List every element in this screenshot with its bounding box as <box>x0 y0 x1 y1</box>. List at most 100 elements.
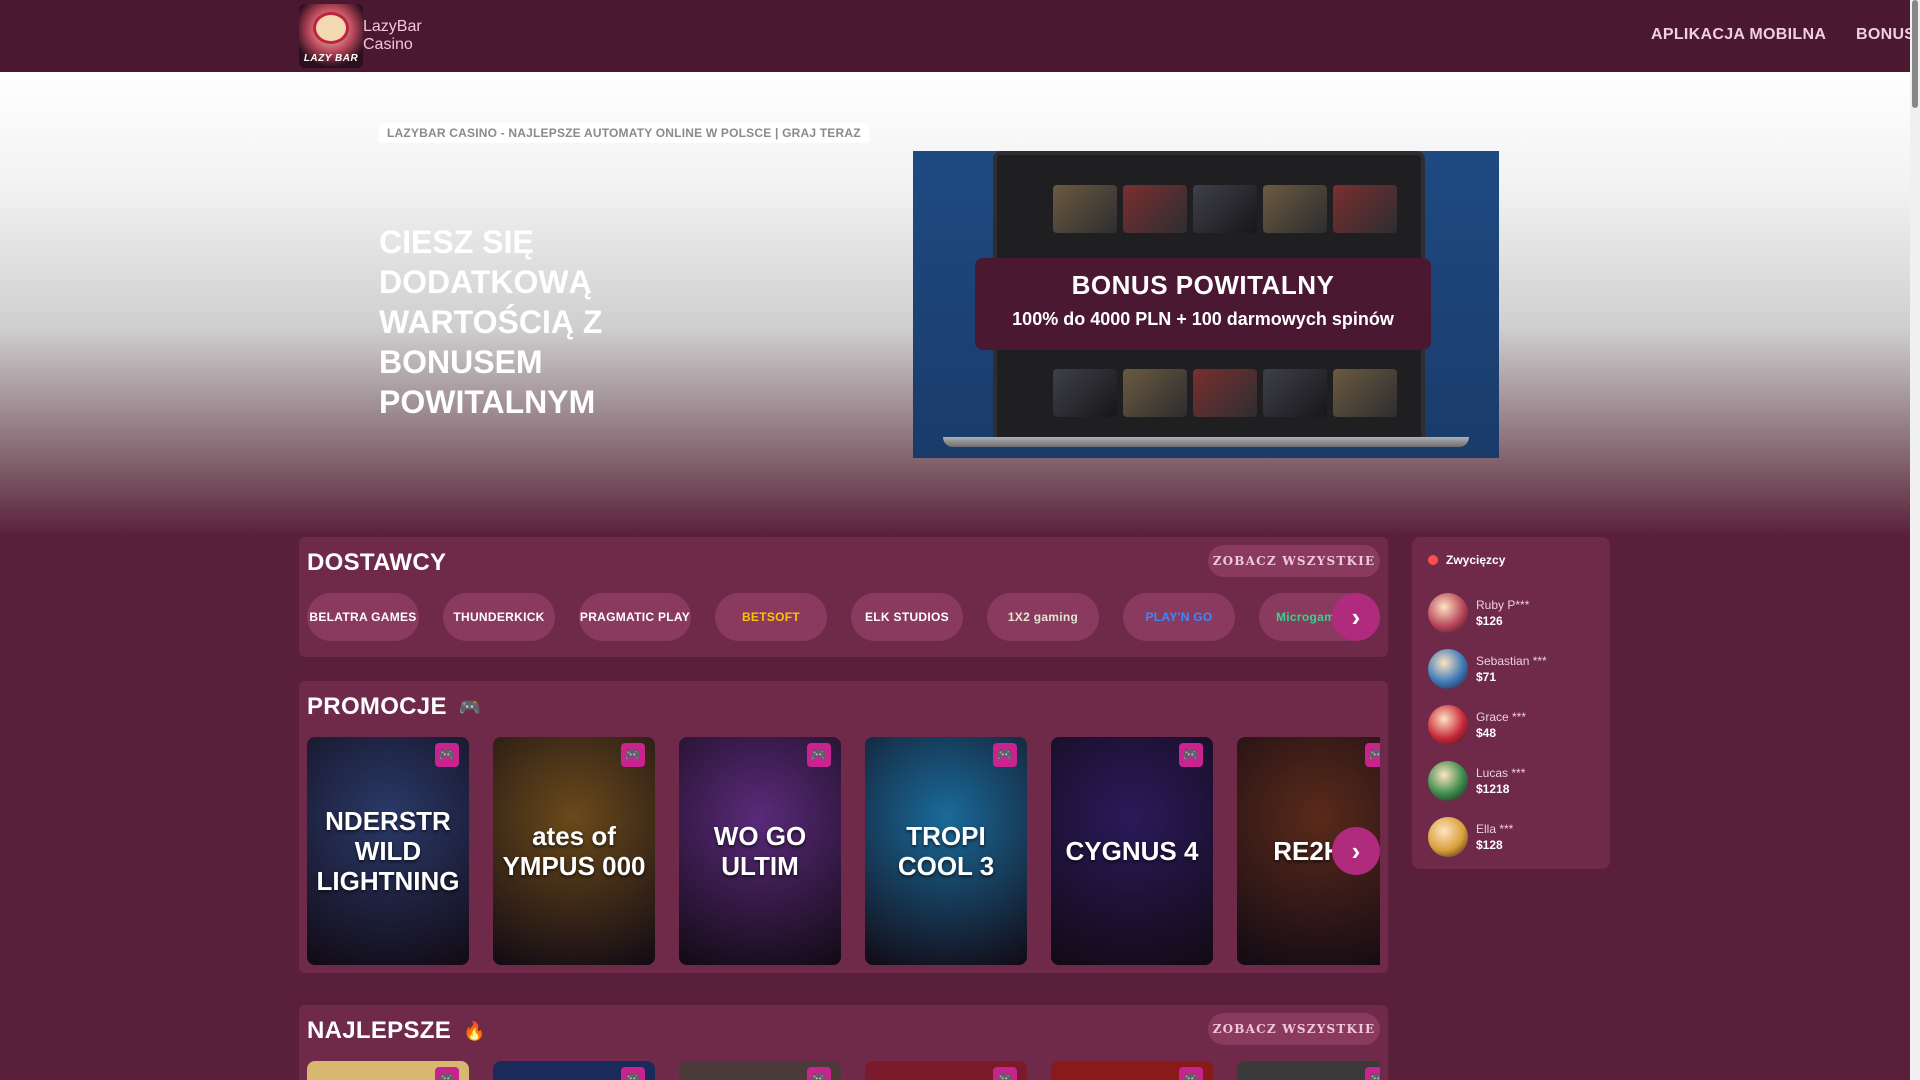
screen-tile <box>1193 369 1257 417</box>
winner-amount: $126 <box>1476 614 1503 628</box>
gamepad-icon: 🎮 <box>1365 743 1380 767</box>
hero-section: LAZYBAR CASINO - NAJLEPSZE AUTOMATY ONLI… <box>0 72 1910 537</box>
winner-amount: $128 <box>1476 838 1503 852</box>
provider-elk-studios[interactable]: ELK STUDIOS <box>851 593 963 641</box>
winner-item[interactable]: Grace *** $48 <box>1428 705 1526 745</box>
provider-betsoft[interactable]: BETSOFT <box>715 593 827 641</box>
providers-carousel: BELATRA GAMES THUNDERKICK PRAGMATIC PLAY… <box>307 593 1380 641</box>
provider-playngo[interactable]: PLAY'N GO <box>1123 593 1235 641</box>
providers-next-button[interactable]: › <box>1332 593 1380 641</box>
game-card[interactable]: 🎮 <box>1051 1061 1213 1080</box>
gamepad-icon: 🎮 <box>993 743 1017 767</box>
best-see-all-button[interactable]: ZOBACZ WSZYSTKIE <box>1208 1013 1380 1045</box>
screen-tile <box>1053 185 1117 233</box>
winner-item[interactable]: Ella *** $128 <box>1428 817 1513 857</box>
bonus-box: BONUS POWITALNY 100% do 4000 PLN + 100 d… <box>975 258 1431 350</box>
promotions-panel: PROMOCJE 🎮 NDERSTR WILD LIGHTNING 🎮 ates o… <box>299 681 1388 973</box>
game-title: ates of YMPUS 000 <box>502 821 646 881</box>
welcome-bonus-banner[interactable]: BONUS POWITALNY 100% do 4000 PLN + 100 d… <box>913 151 1499 458</box>
provider-thunderkick[interactable]: THUNDERKICK <box>443 593 555 641</box>
screen-tile <box>1333 185 1397 233</box>
gamepad-icon: 🎮 <box>993 1067 1017 1080</box>
providers-title-text: DOSTAWCY <box>307 549 447 576</box>
winner-avatar <box>1428 705 1468 745</box>
winner-avatar <box>1428 593 1468 633</box>
nav-bonus[interactable]: BONUS <box>1856 26 1915 44</box>
winner-item[interactable]: Sebastian *** $71 <box>1428 649 1547 689</box>
best-title-text: NAJLEPSZE <box>307 1017 452 1044</box>
screen-tile <box>1123 369 1187 417</box>
laptop-screen-row-bottom <box>1053 369 1397 417</box>
brand-name[interactable]: LazyBar Casino <box>363 18 422 54</box>
winner-avatar <box>1428 817 1468 857</box>
game-card[interactable]: NDERSTR WILD LIGHTNING 🎮 <box>307 737 469 965</box>
game-card[interactable]: 🎮 <box>307 1061 469 1080</box>
winners-header: Zwycięzcy <box>1428 553 1505 567</box>
best-games-carousel: 🎮 🎮 🎮 🎮 🎮 🎮 <box>307 1061 1380 1080</box>
winner-name: Ruby P*** <box>1476 598 1530 612</box>
game-card[interactable]: ates of YMPUS 000 🎮 <box>493 737 655 965</box>
game-card[interactable]: 🎮 <box>865 1061 1027 1080</box>
gamepad-icon: 🎮 <box>1179 1067 1203 1080</box>
game-title: CYGNUS 4 <box>1065 836 1199 866</box>
winner-info: Lucas *** $1218 <box>1476 765 1525 797</box>
laptop-screen-row-top <box>1053 185 1397 233</box>
nav-mobile-app[interactable]: APLIKACJA MOBILNA <box>1651 26 1826 44</box>
bonus-title: BONUS POWITALNY <box>1071 270 1335 300</box>
gamepad-icon: 🎮 <box>621 1067 645 1080</box>
game-card[interactable]: 🎮 <box>679 1061 841 1080</box>
provider-pragmatic-play[interactable]: PRAGMATIC PLAY <box>579 593 691 641</box>
gamepad-icon: 🎮 <box>1365 1067 1380 1080</box>
best-title: NAJLEPSZE 🔥 <box>307 1017 486 1045</box>
winner-amount: $1218 <box>1476 782 1510 796</box>
winner-info: Ella *** $128 <box>1476 821 1513 853</box>
game-card[interactable]: TROPI COOL 3 🎮 <box>865 737 1027 965</box>
game-title: NDERSTR WILD LIGHTNING <box>316 806 460 896</box>
winner-info: Sebastian *** $71 <box>1476 653 1547 685</box>
logo-text: LAZY BAR <box>303 53 359 64</box>
gamepad-icon: 🎮 <box>458 696 482 717</box>
game-card[interactable]: 🎮 <box>493 1061 655 1080</box>
gamepad-icon: 🎮 <box>807 743 831 767</box>
gamepad-icon: 🎮 <box>435 1067 459 1080</box>
brand-line-2: Casino <box>363 36 413 53</box>
fire-icon: 🔥 <box>463 1020 486 1041</box>
screen-tile <box>1263 369 1327 417</box>
screen-tile <box>1193 185 1257 233</box>
provider-1x2-gaming[interactable]: 1X2 gaming <box>987 593 1099 641</box>
gamepad-icon: 🎮 <box>807 1067 831 1080</box>
winner-amount: $48 <box>1476 726 1497 740</box>
screen-tile <box>1263 185 1327 233</box>
scrollbar-thumb[interactable] <box>1912 0 1918 108</box>
laptop-base <box>943 437 1469 447</box>
best-games-panel: NAJLEPSZE 🔥 ZOBACZ WSZYSTKIE 🎮 🎮 🎮 🎮 🎮 🎮 <box>299 1005 1388 1080</box>
hero-tagline: LAZYBAR CASINO - NAJLEPSZE AUTOMATY ONLI… <box>379 123 869 143</box>
gamepad-icon: 🎮 <box>1179 743 1203 767</box>
providers-title: DOSTAWCY <box>307 549 446 577</box>
live-dot-icon <box>1428 555 1438 565</box>
page-scrollbar[interactable] <box>1910 0 1920 1080</box>
providers-see-all-button[interactable]: ZOBACZ WSZYSTKIE <box>1208 545 1380 577</box>
gamepad-icon: 🎮 <box>435 743 459 767</box>
logo-mascot-icon <box>313 12 349 44</box>
site-header: LAZY BAR LazyBar Casino APLIKACJA MOBILN… <box>0 0 1915 72</box>
winner-avatar <box>1428 761 1468 801</box>
game-card[interactable]: WO GO ULTIM 🎮 <box>679 737 841 965</box>
winner-item[interactable]: Ruby P*** $126 <box>1428 593 1529 633</box>
logo[interactable]: LAZY BAR <box>299 4 363 68</box>
winner-info: Grace *** $48 <box>1476 709 1526 741</box>
chevron-right-icon: › <box>1351 835 1361 866</box>
hero-title: CIESZ SIĘ DODATKOWĄ WARTOŚCIĄ Z BONUSEM … <box>379 224 603 420</box>
winner-name: Grace *** <box>1476 710 1527 724</box>
game-card[interactable]: 🎮 <box>1237 1061 1380 1080</box>
game-card[interactable]: CYGNUS 4 🎮 <box>1051 737 1213 965</box>
winner-item[interactable]: Lucas *** $1218 <box>1428 761 1525 801</box>
provider-belatra[interactable]: BELATRA GAMES <box>307 593 419 641</box>
winner-info: Ruby P*** $126 <box>1476 597 1529 629</box>
winner-name: Lucas *** <box>1476 766 1526 780</box>
winner-avatar <box>1428 649 1468 689</box>
winners-panel: Zwycięzcy Ruby P*** $126 Sebastian *** $71 G… <box>1412 537 1610 869</box>
promotions-next-button[interactable]: › <box>1332 827 1380 875</box>
game-title: TROPI COOL 3 <box>897 821 995 881</box>
winners-title: Zwycięzcy <box>1446 553 1506 567</box>
